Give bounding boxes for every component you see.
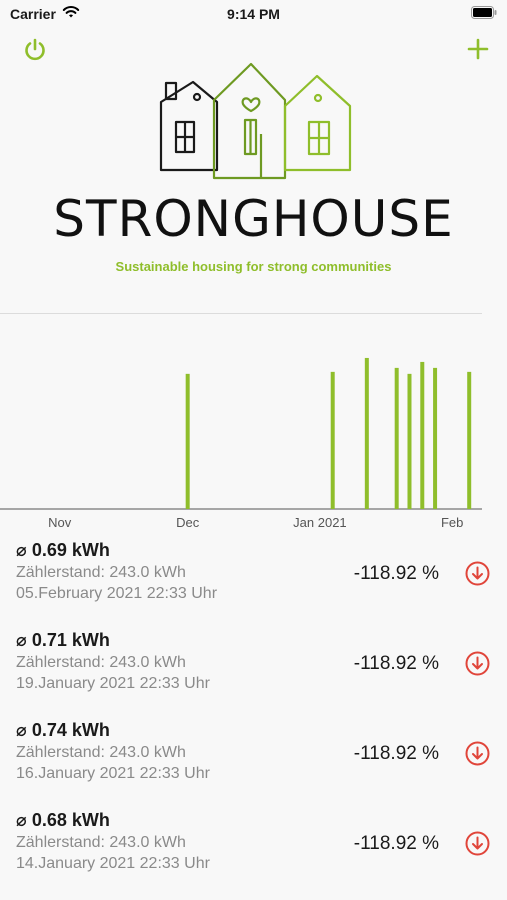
x-tick-label: Nov: [48, 515, 72, 530]
average-consumption: ⌀ 0.69 kWh: [16, 540, 110, 560]
house-middle-icon: [212, 62, 287, 180]
house-right-icon: [283, 74, 352, 172]
chart-bar: [364, 357, 369, 509]
header-divider: [0, 313, 482, 314]
change-percentage: -118.92 %: [353, 833, 439, 854]
change-percentage: -118.92 %: [353, 653, 439, 674]
chart-bar: [185, 373, 190, 509]
arrow-down-circle-icon: [465, 651, 490, 676]
average-consumption: ⌀ 0.68 kWh: [16, 810, 110, 830]
chart-bar: [467, 371, 472, 509]
arrow-down-circle-icon: [465, 741, 490, 766]
x-tick-label: Dec: [176, 515, 200, 530]
consumption-chart: Nov Dec Jan 2021 Feb: [0, 330, 507, 535]
meter-reading: Zählerstand: 243.0 kWh: [16, 744, 186, 761]
list-item[interactable]: ⌀ 0.74 kWh Zählerstand: 243.0 kWh 16.Jan…: [0, 715, 507, 805]
reading-date: 05.February 2021 22:33 Uhr: [16, 585, 218, 602]
consumption-chart-svg: Nov Dec Jan 2021 Feb: [0, 357, 482, 530]
reading-date: 19.January 2021 22:33 Uhr: [16, 675, 210, 692]
chart-bar: [420, 361, 425, 509]
chart-bar: [394, 367, 399, 509]
arrow-down-circle-icon: [465, 831, 490, 856]
x-tick-label: Jan 2021: [293, 515, 347, 530]
change-percentage: -118.92 %: [353, 743, 439, 764]
reading-date: 16.January 2021 22:33 Uhr: [16, 765, 210, 782]
chart-bar: [433, 367, 438, 509]
arrow-down-circle-icon: [465, 561, 490, 586]
x-tick-label: Feb: [441, 515, 463, 530]
status-time: 9:14 PM: [227, 6, 280, 22]
readings-list: ⌀ 0.69 kWh Zählerstand: 243.0 kWh 05.Feb…: [0, 535, 507, 895]
status-bar: Carrier 9:14 PM: [0, 0, 507, 30]
battery-icon: [471, 6, 497, 19]
list-item[interactable]: ⌀ 0.69 kWh Zählerstand: 243.0 kWh 05.Feb…: [0, 535, 507, 625]
chart-bar: [407, 373, 412, 509]
change-percentage: -118.92 %: [353, 563, 439, 584]
house-left-icon: [159, 80, 219, 172]
list-item[interactable]: ⌀ 0.71 kWh Zählerstand: 243.0 kWh 19.Jan…: [0, 625, 507, 715]
reading-date: 14.January 2021 22:33 Uhr: [16, 855, 210, 872]
list-item[interactable]: ⌀ 0.68 kWh Zählerstand: 243.0 kWh 14.Jan…: [0, 805, 507, 895]
meter-reading: Zählerstand: 243.0 kWh: [16, 834, 186, 851]
meter-reading: Zählerstand: 243.0 kWh: [16, 654, 186, 671]
brand-name: STRONGHOUSE: [53, 190, 454, 248]
meter-reading: Zählerstand: 243.0 kWh: [16, 564, 186, 581]
average-consumption: ⌀ 0.74 kWh: [16, 720, 110, 740]
chart-bar: [330, 371, 335, 509]
plus-icon[interactable]: [467, 38, 489, 60]
average-consumption: ⌀ 0.71 kWh: [16, 630, 110, 650]
power-icon[interactable]: [22, 37, 48, 63]
brand-tagline: Sustainable housing for strong communiti…: [115, 259, 392, 274]
